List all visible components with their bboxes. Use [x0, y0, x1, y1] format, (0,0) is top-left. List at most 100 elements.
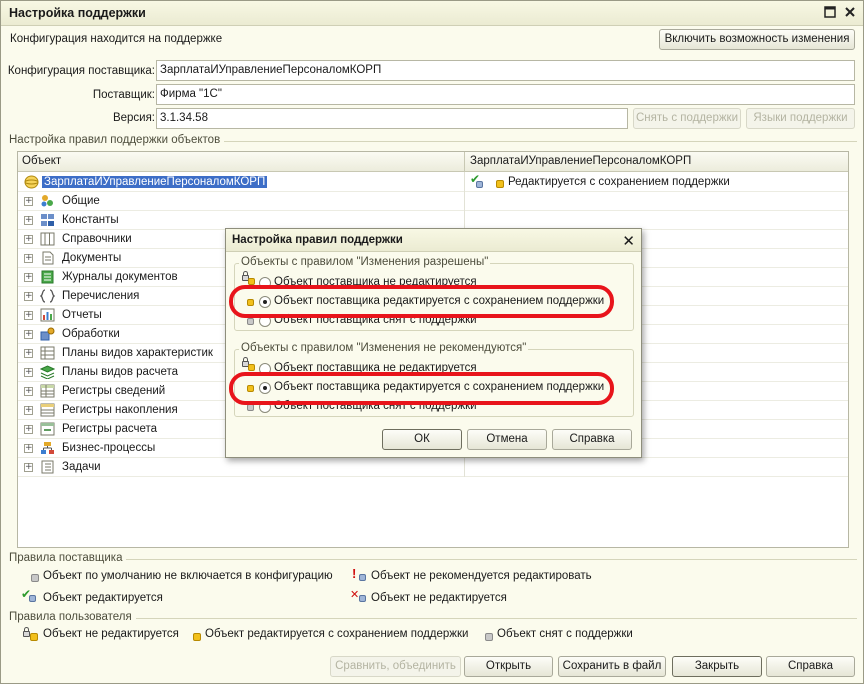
- tree-item-label: Перечисления: [62, 290, 140, 302]
- expand-icon[interactable]: +: [24, 368, 33, 377]
- rules-group-title: Настройка правил поддержки объектов: [9, 134, 225, 146]
- dialog-close-icon[interactable]: ✕: [622, 232, 635, 250]
- common-icon: [41, 195, 53, 207]
- window-title: Настройка поддержки: [9, 6, 146, 20]
- enable-changes-button[interactable]: Включить возможность изменения: [659, 29, 855, 50]
- not-editable-x-icon: ✕: [350, 588, 360, 601]
- dialog-title: Настройка правил поддержки: [232, 234, 403, 246]
- dialog-title-bar: Настройка правил поддержки ✕: [226, 229, 641, 252]
- tree-root-label: ЗарплатаИУправлениеПерсоналомКОРП: [42, 176, 268, 188]
- tree-item-label: Задачи: [62, 461, 101, 473]
- tree-row-tasks[interactable]: + Задачи: [18, 458, 848, 477]
- vendor-rules-group: Правила поставщика: [9, 552, 857, 564]
- lock-icon: [23, 627, 30, 637]
- tree-item-label: Отчеты: [62, 309, 102, 321]
- root-rule-text: Редактируется с сохранением поддержки: [508, 176, 730, 188]
- vendor-field[interactable]: Фирма "1С": [156, 84, 855, 105]
- tree-item-label: Константы: [62, 214, 119, 226]
- remove-support-button[interactable]: Снять с поддержки: [633, 108, 741, 129]
- dialog-help-button[interactable]: Справка: [552, 429, 632, 450]
- vendor-rules-title: Правила поставщика: [9, 552, 127, 564]
- expand-icon[interactable]: +: [24, 311, 33, 320]
- accumulation-registers-icon: [40, 403, 55, 417]
- vendor-rule-not-recommended: Объект не рекомендуется редактировать: [371, 570, 592, 582]
- vendor-object-icon: [476, 181, 483, 188]
- constants-icon: [41, 214, 54, 226]
- row-col-sep: [464, 173, 465, 192]
- support-yellow-icon: [248, 278, 255, 285]
- calculation-registers-icon: [40, 422, 55, 436]
- removed-from-support-icon: [247, 318, 254, 325]
- tree-row-common[interactable]: + Общие: [18, 192, 848, 211]
- col-config-header[interactable]: ЗарплатаИУправлениеПерсоналомКОРП: [470, 155, 691, 167]
- tasks-icon: [41, 460, 54, 474]
- dataprocessors-icon: [40, 327, 55, 341]
- root-rule-cell[interactable]: ✔ Редактируется с сохранением поддержки: [470, 172, 840, 190]
- user-rules-title: Правила пользователя: [9, 611, 136, 623]
- vendor-object-icon: [29, 595, 36, 602]
- dialog-ok-button[interactable]: ОК: [382, 429, 462, 450]
- vendor-label: Поставщик:: [92, 89, 155, 101]
- close-icon[interactable]: [843, 6, 857, 20]
- expand-icon[interactable]: +: [24, 273, 33, 282]
- expand-icon[interactable]: +: [24, 235, 33, 244]
- default-not-included-icon: [31, 574, 39, 582]
- vendor-object-icon: [359, 574, 366, 581]
- highlight-ring-group1: [229, 285, 614, 318]
- expand-icon[interactable]: +: [24, 216, 33, 225]
- user-rule-not-edited: Объект не редактируется: [43, 628, 179, 640]
- business-processes-icon: [41, 442, 54, 454]
- rules-group: Настройка правил поддержки объектов: [9, 134, 857, 146]
- help-button[interactable]: Справка: [766, 656, 855, 677]
- vendor-object-icon: [359, 595, 366, 602]
- info-registers-icon: [40, 384, 55, 398]
- tree-item-label: Документы: [62, 252, 122, 264]
- dialog-cancel-button[interactable]: Отмена: [467, 429, 547, 450]
- edit-keep-support-icon: [193, 633, 201, 641]
- support-yellow-icon: [248, 364, 255, 371]
- expand-icon[interactable]: +: [24, 330, 33, 339]
- row-col-sep: [464, 458, 465, 477]
- user-rule-removed-from-support: Объект снят с поддержки: [497, 628, 633, 640]
- chart-of-characteristics-icon: [40, 346, 55, 360]
- tree-root-row[interactable]: ЗарплатаИУправлениеПерсоналомКОРП ✔ Реда…: [18, 172, 848, 192]
- col-object-header[interactable]: Объект: [22, 155, 61, 167]
- tree-item-label: Бизнес-процессы: [62, 442, 156, 454]
- open-button[interactable]: Открыть: [464, 656, 553, 677]
- close-button[interactable]: Закрыть: [672, 656, 762, 677]
- removed-from-support-icon: [247, 404, 254, 411]
- tree-header: Объект ЗарплатаИУправлениеПерсоналомКОРП: [18, 152, 848, 172]
- tree-item-label: Регистры расчета: [62, 423, 158, 435]
- removed-from-support-icon: [485, 633, 493, 641]
- expand-icon[interactable]: +: [24, 197, 33, 206]
- compare-merge-button[interactable]: Сравнить, объединить: [330, 656, 461, 677]
- edit-keep-support-icon: [496, 180, 504, 188]
- tree-item-label: Планы видов расчета: [62, 366, 179, 378]
- expand-icon[interactable]: +: [24, 387, 33, 396]
- tree-item-label: Общие: [62, 195, 100, 207]
- vendor-rule-default-not-included: Объект по умолчанию не включается в конф…: [43, 570, 333, 582]
- expand-icon[interactable]: +: [24, 425, 33, 434]
- user-rule-edited-keep-support: Объект редактируется с сохранением подде…: [205, 628, 469, 640]
- tree-item-label: Регистры сведений: [62, 385, 166, 397]
- title-bar: Настройка поддержки: [1, 1, 863, 26]
- documents-icon: [42, 251, 54, 265]
- tree-item-label: Журналы документов: [62, 271, 178, 283]
- expand-icon[interactable]: +: [24, 406, 33, 415]
- maximize-icon[interactable]: [823, 6, 837, 20]
- support-languages-button[interactable]: Языки поддержки: [746, 108, 855, 129]
- allowed-changes-legend: Объекты с правилом "Изменения разрешены": [239, 256, 491, 268]
- version-field[interactable]: 3.1.34.58: [156, 108, 628, 129]
- expand-icon[interactable]: +: [24, 444, 33, 453]
- tree-item-label: Планы видов характеристик: [62, 347, 213, 359]
- expand-icon[interactable]: +: [24, 349, 33, 358]
- reports-icon: [40, 308, 55, 322]
- expand-icon[interactable]: +: [24, 292, 33, 301]
- expand-icon[interactable]: +: [24, 463, 33, 472]
- not-recommended-icon: !: [352, 566, 357, 581]
- catalogs-icon: [40, 232, 55, 246]
- save-to-file-button[interactable]: Сохранить в файл: [558, 656, 666, 677]
- tree-item-label: Обработки: [62, 328, 120, 340]
- vendor-config-field[interactable]: ЗарплатаИУправлениеПерсоналомКОРП: [156, 60, 855, 81]
- expand-icon[interactable]: +: [24, 254, 33, 263]
